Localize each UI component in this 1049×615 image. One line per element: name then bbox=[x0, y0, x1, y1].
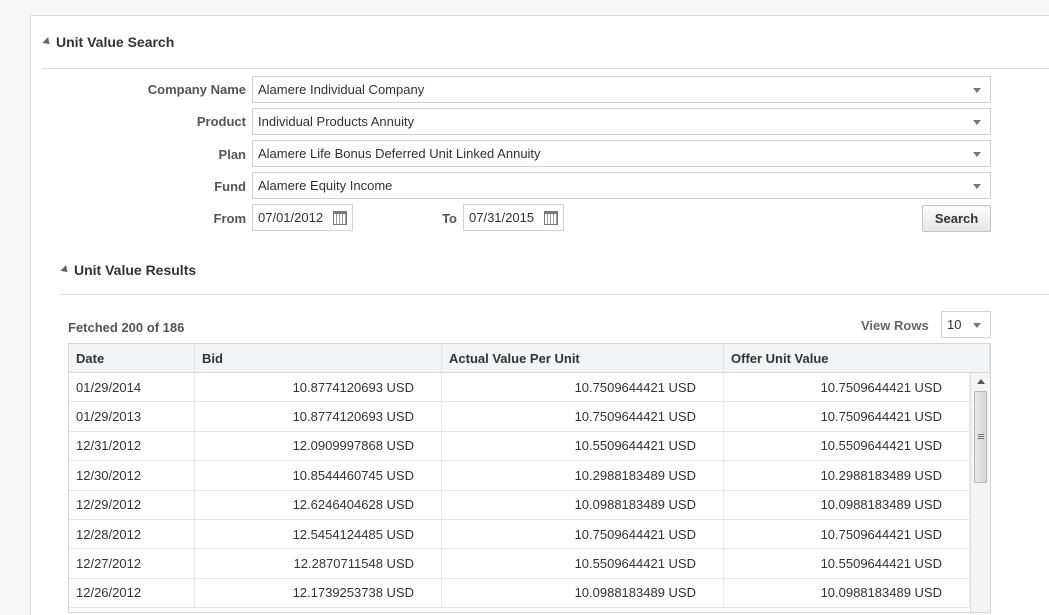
product-label: Product bbox=[196, 114, 246, 129]
to-date-input[interactable]: 07/31/2015 bbox=[463, 204, 564, 231]
cell-bid: 10.8544460745 USD bbox=[195, 461, 442, 490]
cell-offer-value: 10.5509644421 USD bbox=[724, 431, 970, 461]
cell-bid: 12.5454124485 USD bbox=[195, 519, 442, 549]
table-row[interactable]: 12/27/2012 12.2870711548 USD 10.55096444… bbox=[69, 549, 970, 579]
chevron-down-icon[interactable] bbox=[973, 120, 981, 125]
fund-select[interactable]: Alamere Equity Income bbox=[252, 172, 991, 199]
product-value: Individual Products Annuity bbox=[258, 114, 415, 129]
cell-bid: 12.6246404628 USD bbox=[195, 490, 442, 519]
unit-value-results-header[interactable]: Unit Value Results bbox=[60, 262, 196, 278]
cell-actual-value: 10.0988183489 USD bbox=[442, 578, 724, 608]
section-title: Unit Value Results bbox=[74, 262, 197, 278]
table-row[interactable]: 12/28/2012 12.5454124485 USD 10.75096444… bbox=[69, 519, 970, 550]
scroll-up-arrow-icon[interactable] bbox=[977, 379, 985, 384]
calendar-icon[interactable] bbox=[333, 211, 347, 225]
table-body: 01/29/2014 10.8774120693 USD 10.75096444… bbox=[69, 373, 970, 609]
table-row[interactable]: 01/29/2013 10.8774120693 USD 10.75096444… bbox=[69, 402, 970, 432]
cell-actual-value: 10.5509644421 USD bbox=[442, 549, 724, 578]
cell-offer-value: 10.7509644421 USD bbox=[724, 373, 970, 402]
column-header-bid[interactable]: Bid bbox=[195, 344, 442, 373]
collapse-triangle-icon[interactable] bbox=[42, 37, 53, 47]
divider bbox=[42, 68, 1049, 69]
cell-offer-value: 10.7509644421 USD bbox=[724, 519, 970, 549]
cell-bid: 12.1739253738 USD bbox=[195, 578, 442, 608]
fetched-count: Fetched 200 of 186 bbox=[68, 320, 185, 335]
vertical-scrollbar[interactable] bbox=[970, 373, 990, 612]
cell-bid: 12.0909997868 USD bbox=[195, 431, 442, 461]
view-rows-select[interactable]: 10 bbox=[941, 311, 991, 338]
table-row[interactable]: 01/29/2014 10.8774120693 USD 10.75096444… bbox=[69, 373, 970, 403]
search-button[interactable]: Search bbox=[922, 205, 991, 232]
cell-actual-value: 10.7509644421 USD bbox=[442, 373, 724, 402]
unit-value-search-header[interactable]: Unit Value Search bbox=[42, 34, 174, 50]
cell-actual-value: 10.0988183489 USD bbox=[442, 490, 724, 519]
from-date-value: 07/01/2012 bbox=[258, 210, 324, 225]
plan-select[interactable]: Alamere Life Bonus Deferred Unit Linked … bbox=[252, 140, 991, 167]
section-title: Unit Value Search bbox=[56, 34, 175, 50]
chevron-down-icon[interactable] bbox=[973, 323, 981, 328]
cell-date: 01/29/2013 bbox=[69, 402, 195, 431]
cell-date: 12/29/2012 bbox=[69, 490, 195, 519]
table-header: Date Bid Actual Value Per Unit Offer Uni… bbox=[69, 344, 990, 373]
cell-bid: 10.8774120693 USD bbox=[195, 402, 442, 431]
cell-bid: 12.2870711548 USD bbox=[195, 549, 442, 578]
results-table: Date Bid Actual Value Per Unit Offer Uni… bbox=[68, 343, 991, 613]
cell-date: 12/27/2012 bbox=[69, 549, 195, 578]
table-row[interactable]: 12/26/2012 12.1739253738 USD 10.09881834… bbox=[69, 578, 970, 609]
column-header-actual-value[interactable]: Actual Value Per Unit bbox=[442, 344, 724, 373]
column-header-date[interactable]: Date bbox=[69, 344, 195, 373]
cell-date: 12/26/2012 bbox=[69, 578, 195, 608]
from-label: From bbox=[213, 211, 247, 226]
from-date-input[interactable]: 07/01/2012 bbox=[252, 204, 353, 231]
cell-actual-value: 10.2988183489 USD bbox=[442, 461, 724, 490]
cell-offer-value: 10.7509644421 USD bbox=[724, 402, 970, 431]
view-rows-label: View Rows bbox=[861, 318, 929, 333]
cell-actual-value: 10.5509644421 USD bbox=[442, 431, 724, 461]
chevron-down-icon[interactable] bbox=[973, 152, 981, 157]
chevron-down-icon[interactable] bbox=[973, 184, 981, 189]
cell-actual-value: 10.7509644421 USD bbox=[442, 519, 724, 549]
table-row[interactable]: 12/31/2012 12.0909997868 USD 10.55096444… bbox=[69, 431, 970, 462]
chevron-down-icon[interactable] bbox=[973, 88, 981, 93]
fund-value: Alamere Equity Income bbox=[258, 178, 393, 193]
collapse-triangle-icon[interactable] bbox=[60, 265, 71, 275]
grip-icon bbox=[978, 434, 984, 435]
cell-bid: 10.8774120693 USD bbox=[195, 373, 442, 402]
cell-actual-value: 10.7509644421 USD bbox=[442, 402, 724, 431]
table-row[interactable]: 12/30/2012 10.8544460745 USD 10.29881834… bbox=[69, 461, 970, 491]
plan-label: Plan bbox=[218, 147, 246, 162]
fund-label: Fund bbox=[214, 179, 246, 194]
column-header-offer-value[interactable]: Offer Unit Value bbox=[724, 344, 990, 373]
cell-date: 01/29/2014 bbox=[69, 373, 195, 402]
company-name-value: Alamere Individual Company bbox=[258, 82, 425, 97]
divider bbox=[60, 294, 1049, 295]
cell-offer-value: 10.0988183489 USD bbox=[724, 490, 970, 519]
plan-value: Alamere Life Bonus Deferred Unit Linked … bbox=[258, 146, 541, 161]
view-rows-value: 10 bbox=[947, 317, 962, 332]
scroll-thumb[interactable] bbox=[974, 391, 987, 483]
company-name-label: Company Name bbox=[147, 82, 246, 97]
cell-offer-value: 10.2988183489 USD bbox=[724, 461, 970, 490]
company-name-select[interactable]: Alamere Individual Company bbox=[252, 76, 991, 103]
product-select[interactable]: Individual Products Annuity bbox=[252, 108, 991, 135]
cell-date: 12/31/2012 bbox=[69, 431, 195, 461]
cell-offer-value: 10.5509644421 USD bbox=[724, 549, 970, 578]
to-label: To bbox=[442, 211, 457, 226]
cell-date: 12/28/2012 bbox=[69, 519, 195, 549]
cell-date: 12/30/2012 bbox=[69, 461, 195, 490]
to-date-value: 07/31/2015 bbox=[469, 210, 535, 225]
table-row[interactable]: 12/29/2012 12.6246404628 USD 10.09881834… bbox=[69, 490, 970, 520]
calendar-icon[interactable] bbox=[544, 211, 558, 225]
cell-offer-value: 10.0988183489 USD bbox=[724, 578, 970, 608]
